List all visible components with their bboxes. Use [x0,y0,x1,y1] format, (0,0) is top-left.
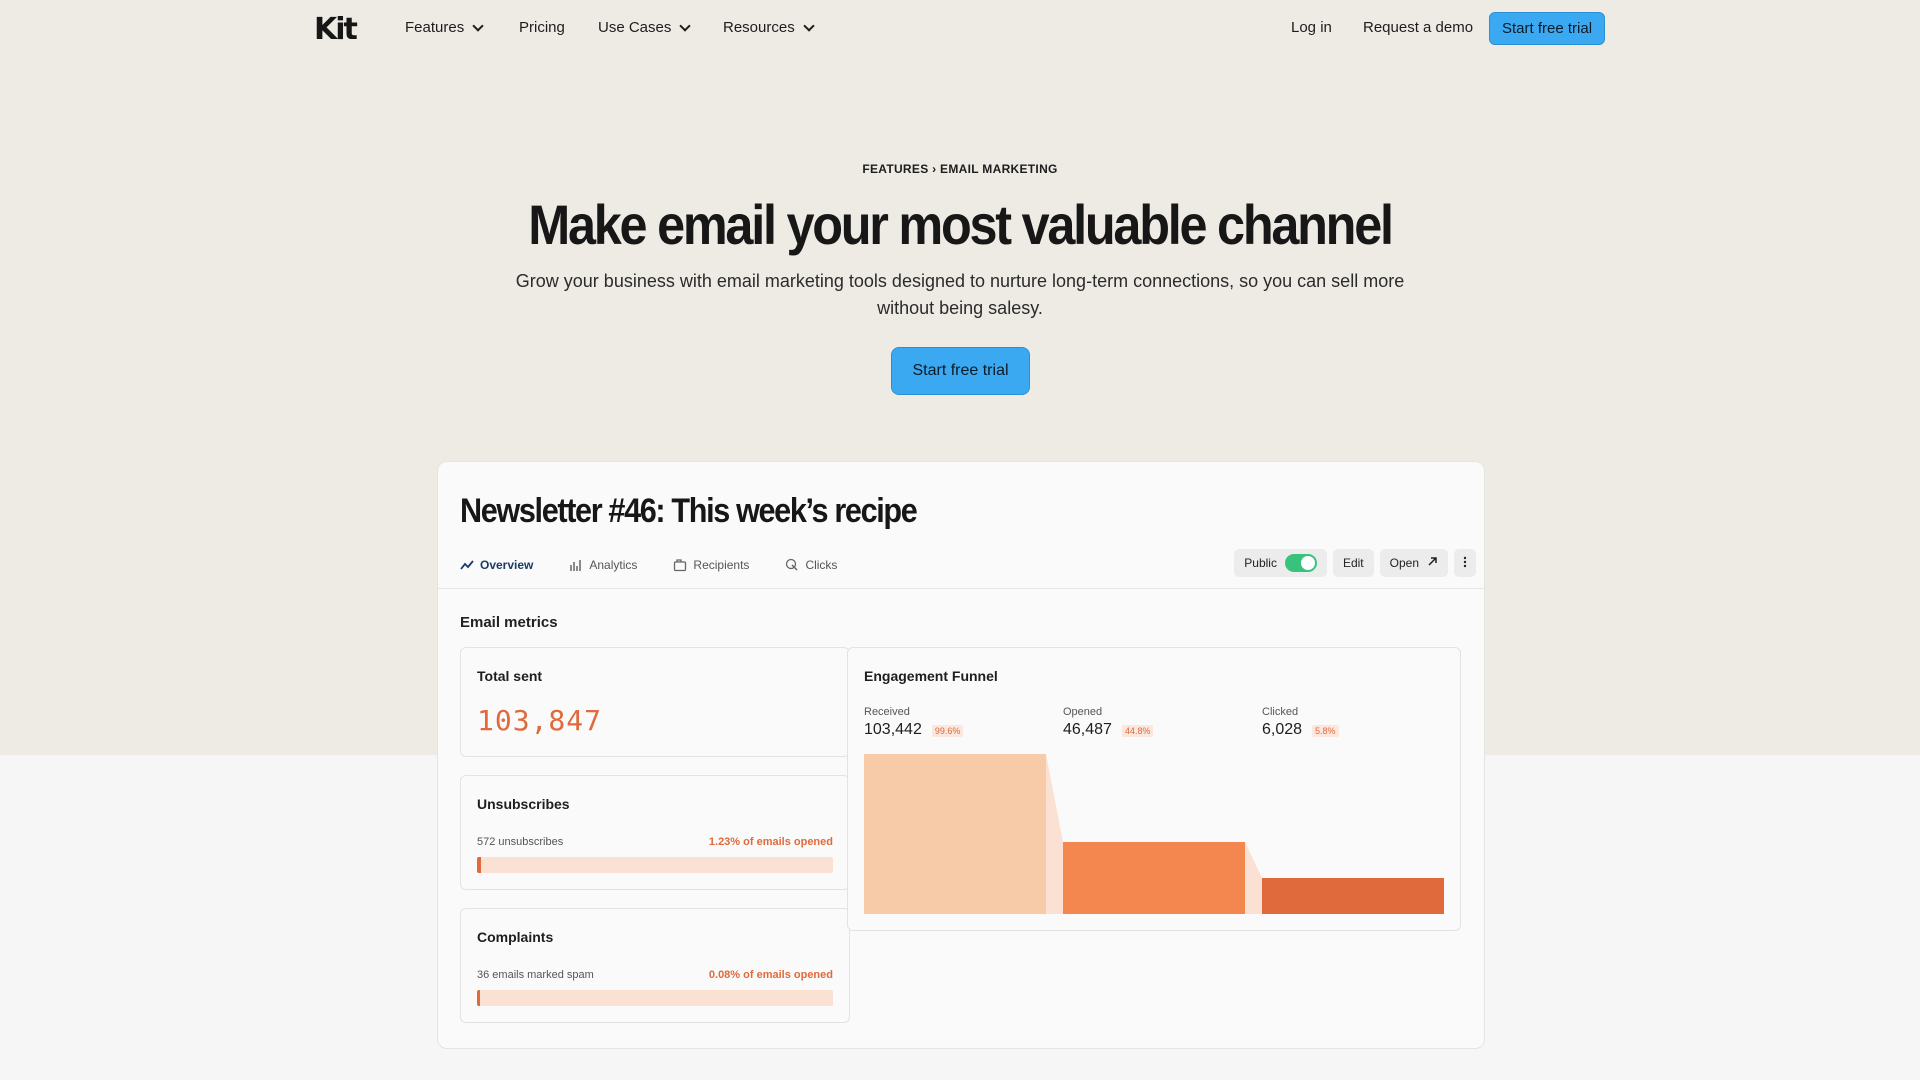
complaints-rate: 0.08% of emails opened [708,969,833,981]
funnel-value: 6,028 [1262,721,1303,738]
tab-clicks[interactable]: Clicks [785,558,837,572]
unsubscribes-rate: 1.23% of emails opened [708,836,833,848]
hero-subheading: Grow your business with email marketing … [515,271,1405,318]
funnel-bar-opened [1063,842,1245,914]
tabs-divider [438,588,1484,589]
pulse-icon [460,558,474,572]
unsubscribes-bar-fill [477,857,482,873]
nav-use-cases-label: Use Cases [598,19,672,36]
chevron-down-icon [803,19,815,32]
open-button[interactable]: Open [1379,549,1448,577]
nav-features-label: Features [405,19,465,36]
funnel-connector [1245,842,1262,914]
engagement-funnel-card: Engagement Funnel Received 103,442 99.6%… [847,647,1461,931]
breadcrumb: FEATURES › EMAIL MARKETING [862,162,1058,176]
complaints-bar-fill [477,990,481,1006]
newsletter-preview-card: Newsletter #46: This week’s recipe Overv… [437,461,1485,1049]
unsubscribes-count: 572 unsubscribes [477,836,564,848]
toggle-switch[interactable] [1284,554,1317,572]
funnel-stage-clicked: Clicked 6,028 5.8% [1262,706,1339,739]
bar-chart-icon [569,558,583,572]
hero-start-trial-button[interactable]: Start free trial [891,347,1030,395]
funnel-stage-opened: Opened 46,487 44.8% [1063,706,1154,739]
total-sent-value: 103,847 [477,704,603,737]
unsubscribes-bar [477,857,833,873]
tab-recipients[interactable]: Recipients [673,558,749,572]
complaints-bar [477,990,833,1006]
tab-recipients-label: Recipients [693,558,750,572]
tab-overview[interactable]: Overview [460,558,533,572]
complaints-card: Complaints 36 emails marked spam 0.08% o… [460,908,850,1023]
public-toggle[interactable]: Public [1234,549,1327,577]
request-demo-link[interactable]: Request a demo [1363,19,1473,36]
nav-use-cases[interactable]: Use Cases [598,19,692,36]
folder-icon [673,558,687,572]
more-options-button[interactable] [1454,549,1476,577]
funnel-title: Engagement Funnel [864,668,998,684]
newsletter-tabs: Overview Analytics Recipients Clicks [460,558,837,572]
unsubscribes-card: Unsubscribes 572 unsubscribes 1.23% of e… [460,775,850,890]
nav-start-trial-button[interactable]: Start free trial [1489,12,1606,45]
public-label: Public [1244,556,1277,570]
funnel-percent-badge: 99.6% [931,725,964,737]
funnel-label: Clicked [1262,706,1299,718]
funnel-connector [1046,754,1063,914]
tab-overview-label: Overview [480,558,534,572]
total-sent-title: Total sent [477,668,543,684]
newsletter-title: Newsletter #46: This week’s recipe [460,492,918,530]
nav-pricing-label: Pricing [519,19,565,36]
funnel-bar-received [864,754,1046,914]
funnel-value: 103,442 [864,721,922,738]
card-actions: Public Edit Open [1234,549,1476,577]
nav-features[interactable]: Features [405,19,484,36]
nav-resources-label: Resources [723,19,795,36]
login-link[interactable]: Log in [1291,19,1332,36]
kit-logo[interactable]: Kit [314,12,358,47]
tab-analytics[interactable]: Analytics [569,558,637,572]
top-nav: Kit Features Pricing Use Cases Resources… [0,0,1920,58]
chevron-down-icon [679,19,692,32]
email-metrics-heading: Email metrics [460,614,558,631]
chevron-down-icon [472,19,484,32]
complaints-title: Complaints [477,929,554,945]
funnel-value: 46,487 [1063,721,1112,738]
tab-clicks-label: Clicks [805,558,838,572]
funnel-label: Received [864,706,910,718]
edit-button[interactable]: Edit [1332,549,1374,577]
complaints-count: 36 emails marked spam [477,969,594,981]
nav-resources[interactable]: Resources [723,19,815,36]
funnel-percent-badge: 44.8% [1121,725,1154,737]
tab-analytics-label: Analytics [589,558,638,572]
unsubscribes-title: Unsubscribes [477,796,570,812]
funnel-label: Opened [1063,706,1103,718]
cursor-click-icon [785,558,799,572]
page-title: Make email your most valuable channel [528,193,1394,256]
funnel-bar-clicked [1262,878,1444,914]
funnel-chart [864,754,1444,914]
open-label: Open [1389,556,1419,570]
nav-pricing[interactable]: Pricing [519,19,565,36]
external-link-icon [1427,556,1438,570]
kebab-menu-icon [1463,556,1467,571]
funnel-stage-received: Received 103,442 99.6% [864,706,964,739]
total-sent-card: Total sent 103,847 [460,647,850,757]
funnel-percent-badge: 5.8% [1312,725,1339,737]
